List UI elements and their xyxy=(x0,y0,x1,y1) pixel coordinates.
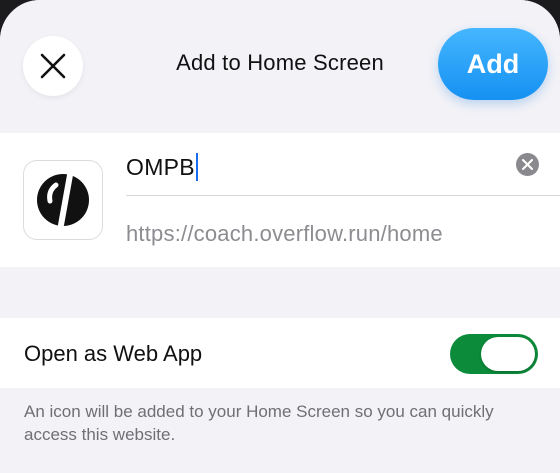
open-as-web-app-row: Open as Web App xyxy=(0,318,560,388)
open-as-web-app-toggle[interactable] xyxy=(450,334,538,374)
app-name-value: OMPB xyxy=(126,153,195,180)
toggle-knob xyxy=(481,337,535,371)
field-divider xyxy=(126,195,560,196)
site-url: https://coach.overflow.run/home xyxy=(126,221,443,246)
app-icon xyxy=(23,160,103,240)
text-caret xyxy=(195,153,198,181)
clear-text-button[interactable] xyxy=(516,153,539,176)
open-as-web-app-label: Open as Web App xyxy=(24,341,203,366)
omp-logo-icon xyxy=(37,172,89,228)
sheet-header: Add to Home Screen Add xyxy=(0,0,560,132)
app-name-input[interactable]: OMPB xyxy=(126,153,198,181)
clear-x-icon xyxy=(522,159,533,170)
app-info-card: OMPB https://coach.overflow.run/home xyxy=(0,133,560,267)
footer-note: An icon will be added to your Home Scree… xyxy=(24,402,494,444)
add-to-home-sheet: Add to Home Screen Add OMPB https://coac… xyxy=(0,0,560,473)
add-button[interactable]: Add xyxy=(438,28,548,100)
